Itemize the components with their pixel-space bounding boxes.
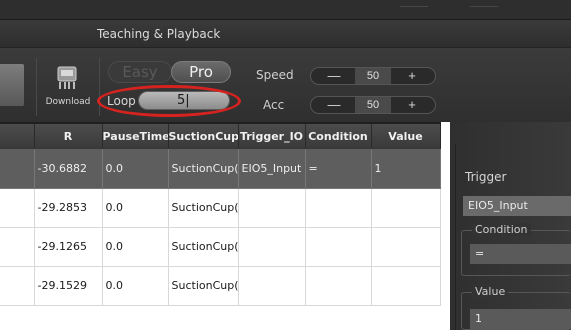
column-header-index [0, 122, 35, 149]
row-index-cell[interactable] [0, 227, 35, 267]
suctioncup-cell[interactable]: SuctionCup( [168, 266, 239, 306]
section-header [0, 20, 571, 48]
table-row[interactable]: -29.1529 0.0 SuctionCup( [0, 266, 441, 306]
trigger-io-cell[interactable] [238, 188, 306, 228]
trigger-select[interactable]: EIO5_Input [463, 196, 571, 216]
pausetime-cell[interactable]: 0.0 [102, 149, 169, 189]
acc-increment-button[interactable]: + [393, 97, 431, 113]
r-cell[interactable]: -30.6882 [34, 149, 103, 189]
column-header-r[interactable]: R [34, 122, 103, 149]
pausetime-cell[interactable]: 0.0 [102, 188, 169, 228]
download-label: Download [45, 97, 91, 107]
download-button[interactable]: Download [42, 60, 94, 112]
value-cell[interactable] [371, 188, 441, 228]
suctioncup-cell[interactable]: SuctionCup( [168, 188, 239, 228]
title-bar-divider [470, 6, 498, 12]
trigger-io-cell[interactable] [238, 266, 306, 306]
value-cell[interactable] [371, 266, 441, 306]
acc-stepper: — 50 + [310, 96, 436, 114]
playback-table-area: R PauseTime SuctionCup Trigger_IO Condit… [0, 122, 450, 330]
panel-divider [455, 144, 456, 330]
acc-value[interactable]: 50 [355, 97, 391, 113]
row-index-cell[interactable] [0, 266, 35, 306]
value-label: Value [472, 285, 509, 298]
download-icon [57, 66, 77, 89]
table-header-row: R PauseTime SuctionCup Trigger_IO Condit… [0, 122, 441, 149]
pro-mode-button[interactable]: Pro [171, 61, 231, 83]
condition-cell[interactable] [305, 266, 372, 306]
title-bar-divider [400, 6, 428, 12]
trigger-io-cell[interactable] [238, 227, 306, 267]
row-index-cell[interactable] [0, 149, 35, 189]
pausetime-cell[interactable]: 0.0 [102, 227, 169, 267]
r-cell[interactable]: -29.1529 [34, 266, 103, 306]
acc-label: Acc [263, 98, 285, 112]
value-input[interactable]: 1 [470, 309, 571, 329]
speed-label: Speed [256, 68, 294, 82]
row-index-cell[interactable] [0, 188, 35, 228]
condition-select[interactable]: = [470, 244, 571, 264]
r-cell[interactable]: -29.2853 [34, 188, 103, 228]
speed-stepper: — 50 + [310, 67, 436, 85]
column-header-value[interactable]: Value [371, 122, 441, 149]
speed-increment-button[interactable]: + [393, 68, 431, 84]
column-header-suctioncup[interactable]: SuctionCup [168, 122, 239, 149]
value-cell[interactable]: 1 [371, 149, 441, 189]
loop-input[interactable]: 5| [138, 91, 230, 110]
column-header-trigger-io[interactable]: Trigger_IO [238, 122, 306, 149]
pausetime-cell[interactable]: 0.0 [102, 266, 169, 306]
condition-cell[interactable] [305, 188, 372, 228]
condition-cell[interactable] [305, 227, 372, 267]
suctioncup-cell[interactable]: SuctionCup( [168, 227, 239, 267]
acc-decrement-button[interactable]: — [315, 97, 353, 113]
trigger-label: Trigger [465, 170, 507, 184]
trigger-io-cell[interactable]: EIO5_Input [238, 149, 306, 189]
top-title-bar [0, 0, 571, 20]
table-row[interactable]: -29.1265 0.0 SuctionCup( [0, 227, 441, 267]
suctioncup-cell[interactable]: SuctionCup( [168, 149, 239, 189]
easy-mode-button[interactable]: Easy [108, 61, 172, 83]
toolbar-separator [99, 58, 100, 116]
section-title: Teaching & Playback [97, 27, 221, 41]
left-toolbar-button[interactable] [0, 64, 24, 106]
toolbar-separator [36, 58, 37, 116]
loop-label: Loop [107, 94, 136, 108]
column-header-pausetime[interactable]: PauseTime [102, 122, 169, 149]
condition-cell[interactable]: = [305, 149, 372, 189]
speed-decrement-button[interactable]: — [315, 68, 353, 84]
condition-label: Condition [472, 223, 531, 236]
r-cell[interactable]: -29.1265 [34, 227, 103, 267]
value-cell[interactable] [371, 227, 441, 267]
column-header-condition[interactable]: Condition [305, 122, 372, 149]
speed-value[interactable]: 50 [355, 68, 391, 84]
playback-table: R PauseTime SuctionCup Trigger_IO Condit… [0, 122, 441, 306]
table-row[interactable]: -29.2853 0.0 SuctionCup( [0, 188, 441, 228]
table-row[interactable]: -30.6882 0.0 SuctionCup( EIO5_Input = 1 [0, 149, 441, 189]
